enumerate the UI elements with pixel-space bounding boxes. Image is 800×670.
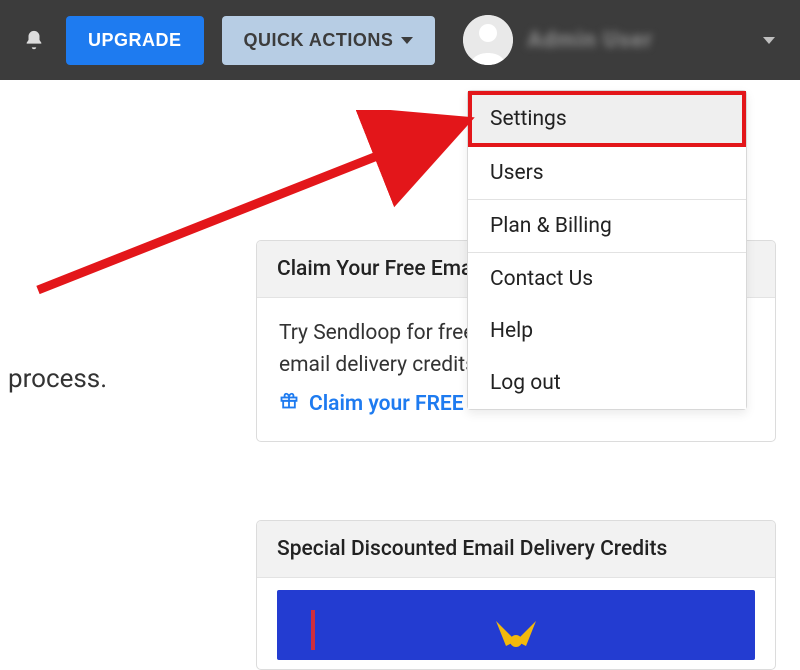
caret-down-icon xyxy=(401,37,413,44)
topbar: UPGRADE QUICK ACTIONS Admin User xyxy=(0,0,800,80)
dropdown-item-logout[interactable]: Log out xyxy=(468,357,746,409)
dropdown-item-plan-billing[interactable]: Plan & Billing xyxy=(468,200,746,252)
avatar xyxy=(463,15,513,65)
gift-icon xyxy=(279,389,299,421)
quick-actions-label: QUICK ACTIONS xyxy=(244,30,394,51)
caret-down-icon xyxy=(763,37,775,44)
user-dropdown-menu: Settings Users Plan & Billing Contact Us… xyxy=(467,90,747,410)
username-label: Admin User xyxy=(527,28,653,53)
dropdown-item-label: Settings xyxy=(490,107,567,131)
card-header: Special Discounted Email Delivery Credit… xyxy=(257,521,775,578)
dropdown-item-label: Contact Us xyxy=(490,267,593,291)
dropdown-item-label: Log out xyxy=(490,371,561,395)
quick-actions-button[interactable]: QUICK ACTIONS xyxy=(222,16,436,65)
dropdown-item-contact-us[interactable]: Contact Us xyxy=(468,253,746,305)
user-menu-trigger[interactable]: Admin User xyxy=(463,15,653,65)
dropdown-item-label: Plan & Billing xyxy=(490,214,612,238)
card-discounted-credits: Special Discounted Email Delivery Credit… xyxy=(256,520,776,670)
side-text-fragment: process. xyxy=(8,364,107,394)
dropdown-item-settings[interactable]: Settings xyxy=(468,91,746,147)
notifications-bell-icon[interactable] xyxy=(20,26,48,54)
dropdown-item-label: Help xyxy=(490,319,533,343)
upgrade-button[interactable]: UPGRADE xyxy=(66,16,204,65)
promo-banner-image xyxy=(277,590,755,660)
dropdown-item-help[interactable]: Help xyxy=(468,305,746,357)
upgrade-label: UPGRADE xyxy=(88,30,182,51)
dropdown-item-label: Users xyxy=(490,161,544,185)
dropdown-item-users[interactable]: Users xyxy=(468,147,746,199)
